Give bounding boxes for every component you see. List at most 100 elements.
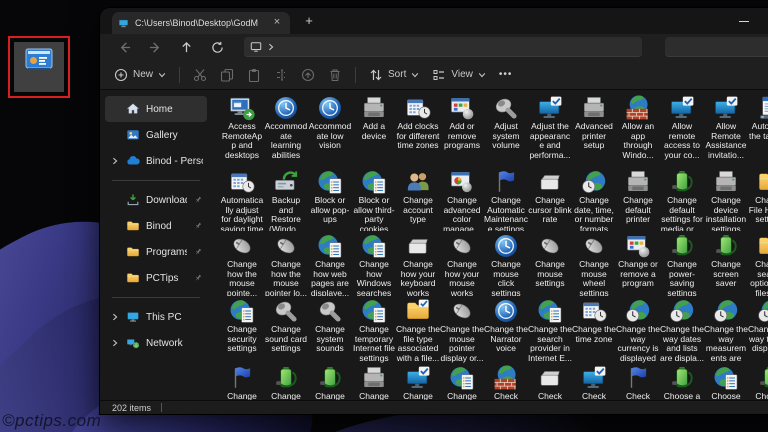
more-options-button[interactable]: ••• xyxy=(499,69,513,80)
sidebar-item-this-pc[interactable]: This PC xyxy=(105,304,207,330)
grid-item[interactable]: Change mouse click settings xyxy=(484,231,528,296)
grid-item[interactable]: Change xyxy=(396,363,440,400)
delete-button[interactable] xyxy=(328,68,342,82)
grid-item[interactable]: Change how the mouse pointe... xyxy=(220,231,264,296)
sidebar-item-binod-personal[interactable]: Binod - Personal xyxy=(105,148,207,174)
grid-item[interactable]: Adjust the appearance and performa... xyxy=(528,93,572,167)
grid-item[interactable]: Change cursor blink rate xyxy=(528,167,572,231)
grid-item[interactable]: Change temporary Internet file settings xyxy=(352,296,396,363)
view-button[interactable]: View xyxy=(432,68,486,82)
grid-item[interactable]: Change how your mouse works xyxy=(440,231,484,296)
grid-item[interactable]: Change the way measurements are d... xyxy=(704,296,748,363)
grid-item[interactable]: Change the file type associated with a f… xyxy=(396,296,440,363)
grid-item[interactable]: Accommodate learning abilities xyxy=(264,93,308,167)
grid-item[interactable]: Allow remote access to your co... xyxy=(660,93,704,167)
grid-item[interactable]: Change default printer xyxy=(616,167,660,231)
expand-chevron-icon[interactable] xyxy=(111,313,120,321)
sort-button[interactable]: Sort xyxy=(369,68,419,82)
pin-icon[interactable] xyxy=(193,247,203,257)
address-bar[interactable] xyxy=(244,37,642,57)
grid-item[interactable]: Change account type xyxy=(396,167,440,231)
sidebar-item-pctips[interactable]: PCTips xyxy=(105,265,207,291)
rename-button[interactable] xyxy=(274,68,288,82)
grid-item[interactable]: Add a device xyxy=(352,93,396,167)
grid-item[interactable]: Allow an app through Windo... xyxy=(616,93,660,167)
grid-item[interactable]: Allow Remote Assistance invitatio... xyxy=(704,93,748,167)
grid-item[interactable]: Change power-saving settings xyxy=(660,231,704,296)
tab-close-icon[interactable]: × xyxy=(270,16,284,30)
grid-item[interactable]: Choose xyxy=(748,363,768,400)
grid-item[interactable]: Accommodate low vision xyxy=(308,93,352,167)
grid-item[interactable]: Change search options for files a... xyxy=(748,231,768,296)
search-input[interactable] xyxy=(665,37,768,57)
sidebar-item-home[interactable]: Home xyxy=(105,96,207,122)
grid-item[interactable]: Access RemoteApp and desktops xyxy=(220,93,264,167)
grid-item[interactable]: Change xyxy=(352,363,396,400)
sidebar-item-binod[interactable]: Binod xyxy=(105,213,207,239)
grid-item[interactable]: Add clocks for different time zones xyxy=(396,93,440,167)
sidebar-item-programs[interactable]: Programs xyxy=(105,239,207,265)
refresh-button[interactable] xyxy=(209,39,225,55)
grid-item[interactable]: Adjust system volume xyxy=(484,93,528,167)
explorer-tab[interactable]: C:\Users\Binod\Desktop\GodM × xyxy=(112,12,290,34)
grid-item[interactable]: Change the Narrator voice xyxy=(484,296,528,363)
back-button[interactable] xyxy=(116,39,132,55)
grid-item[interactable]: Change how Windows searches xyxy=(352,231,396,296)
share-button[interactable] xyxy=(301,68,315,82)
grid-item[interactable]: Change advanced color manage... xyxy=(440,167,484,231)
forward-button[interactable] xyxy=(147,39,163,55)
grid-item[interactable]: Change the search provider in Internet E… xyxy=(528,296,572,363)
grid-item[interactable]: Change system sounds xyxy=(308,296,352,363)
new-button[interactable]: New xyxy=(114,68,166,82)
grid-item[interactable]: Change sound card settings xyxy=(264,296,308,363)
sidebar-item-downloads[interactable]: Downloads xyxy=(105,187,207,213)
grid-item[interactable]: Change device installation settings xyxy=(704,167,748,231)
grid-item[interactable]: Change the way currency is displayed xyxy=(616,296,660,363)
grid-item[interactable]: Backup and Restore (Windo... xyxy=(264,167,308,231)
pin-icon[interactable] xyxy=(193,221,203,231)
grid-item[interactable]: Change or remove a program xyxy=(616,231,660,296)
paste-button[interactable] xyxy=(247,68,261,82)
grid-item[interactable]: Change how your keyboard works xyxy=(396,231,440,296)
grid-item[interactable]: Change default settings for media or ... xyxy=(660,167,704,231)
grid-item[interactable]: Choose a xyxy=(660,363,704,400)
up-button[interactable] xyxy=(178,39,194,55)
grid-item[interactable]: Change mouse wheel settings xyxy=(572,231,616,296)
expand-chevron-icon[interactable] xyxy=(111,339,120,347)
grid-item[interactable]: Add or remove programs xyxy=(440,93,484,167)
expand-chevron-icon[interactable] xyxy=(111,157,120,165)
grid-item[interactable]: Change xyxy=(440,363,484,400)
grid-item[interactable]: Change security settings xyxy=(220,296,264,363)
grid-item[interactable]: Check xyxy=(484,363,528,400)
grid-item[interactable]: Automatically adjust for daylight saving… xyxy=(220,167,264,231)
grid-item[interactable]: Change mouse settings xyxy=(528,231,572,296)
grid-item[interactable]: Auto-hide the taskbar xyxy=(748,93,768,167)
minimize-button[interactable] xyxy=(727,8,761,34)
grid-item[interactable]: Block or allow third-party cookies xyxy=(352,167,396,231)
sidebar-item-gallery[interactable]: Gallery xyxy=(105,122,207,148)
grid-item[interactable]: Change screen saver xyxy=(704,231,748,296)
grid-item[interactable]: Change how the mouse pointer lo... xyxy=(264,231,308,296)
copy-button[interactable] xyxy=(220,68,234,82)
grid-item[interactable]: Change xyxy=(220,363,264,400)
new-tab-button[interactable]: + xyxy=(300,13,318,31)
sidebar-item-network[interactable]: Network xyxy=(105,330,207,356)
grid-item[interactable]: Choose xyxy=(704,363,748,400)
pin-icon[interactable] xyxy=(193,273,203,283)
grid-item[interactable]: Block or allow pop-ups xyxy=(308,167,352,231)
grid-item[interactable]: Change the mouse pointer display or... xyxy=(440,296,484,363)
grid-item[interactable]: Change the way dates and lists are displ… xyxy=(660,296,704,363)
grid-item[interactable]: Change xyxy=(264,363,308,400)
grid-item[interactable]: Change date, time, or number formats xyxy=(572,167,616,231)
grid-item[interactable]: Change the way time is displayed xyxy=(748,296,768,363)
grid-item[interactable]: Check xyxy=(528,363,572,400)
grid-item[interactable]: Change Automatic Maintenance settings xyxy=(484,167,528,231)
grid-item[interactable]: Change xyxy=(308,363,352,400)
grid-item[interactable]: Change File History settings xyxy=(748,167,768,231)
grid-item[interactable]: Change the time zone xyxy=(572,296,616,363)
grid-item[interactable]: Check xyxy=(572,363,616,400)
maximize-button[interactable] xyxy=(761,8,768,34)
cut-button[interactable] xyxy=(193,68,207,82)
grid-item[interactable]: Advanced printer setup xyxy=(572,93,616,167)
grid-item[interactable]: Check xyxy=(616,363,660,400)
